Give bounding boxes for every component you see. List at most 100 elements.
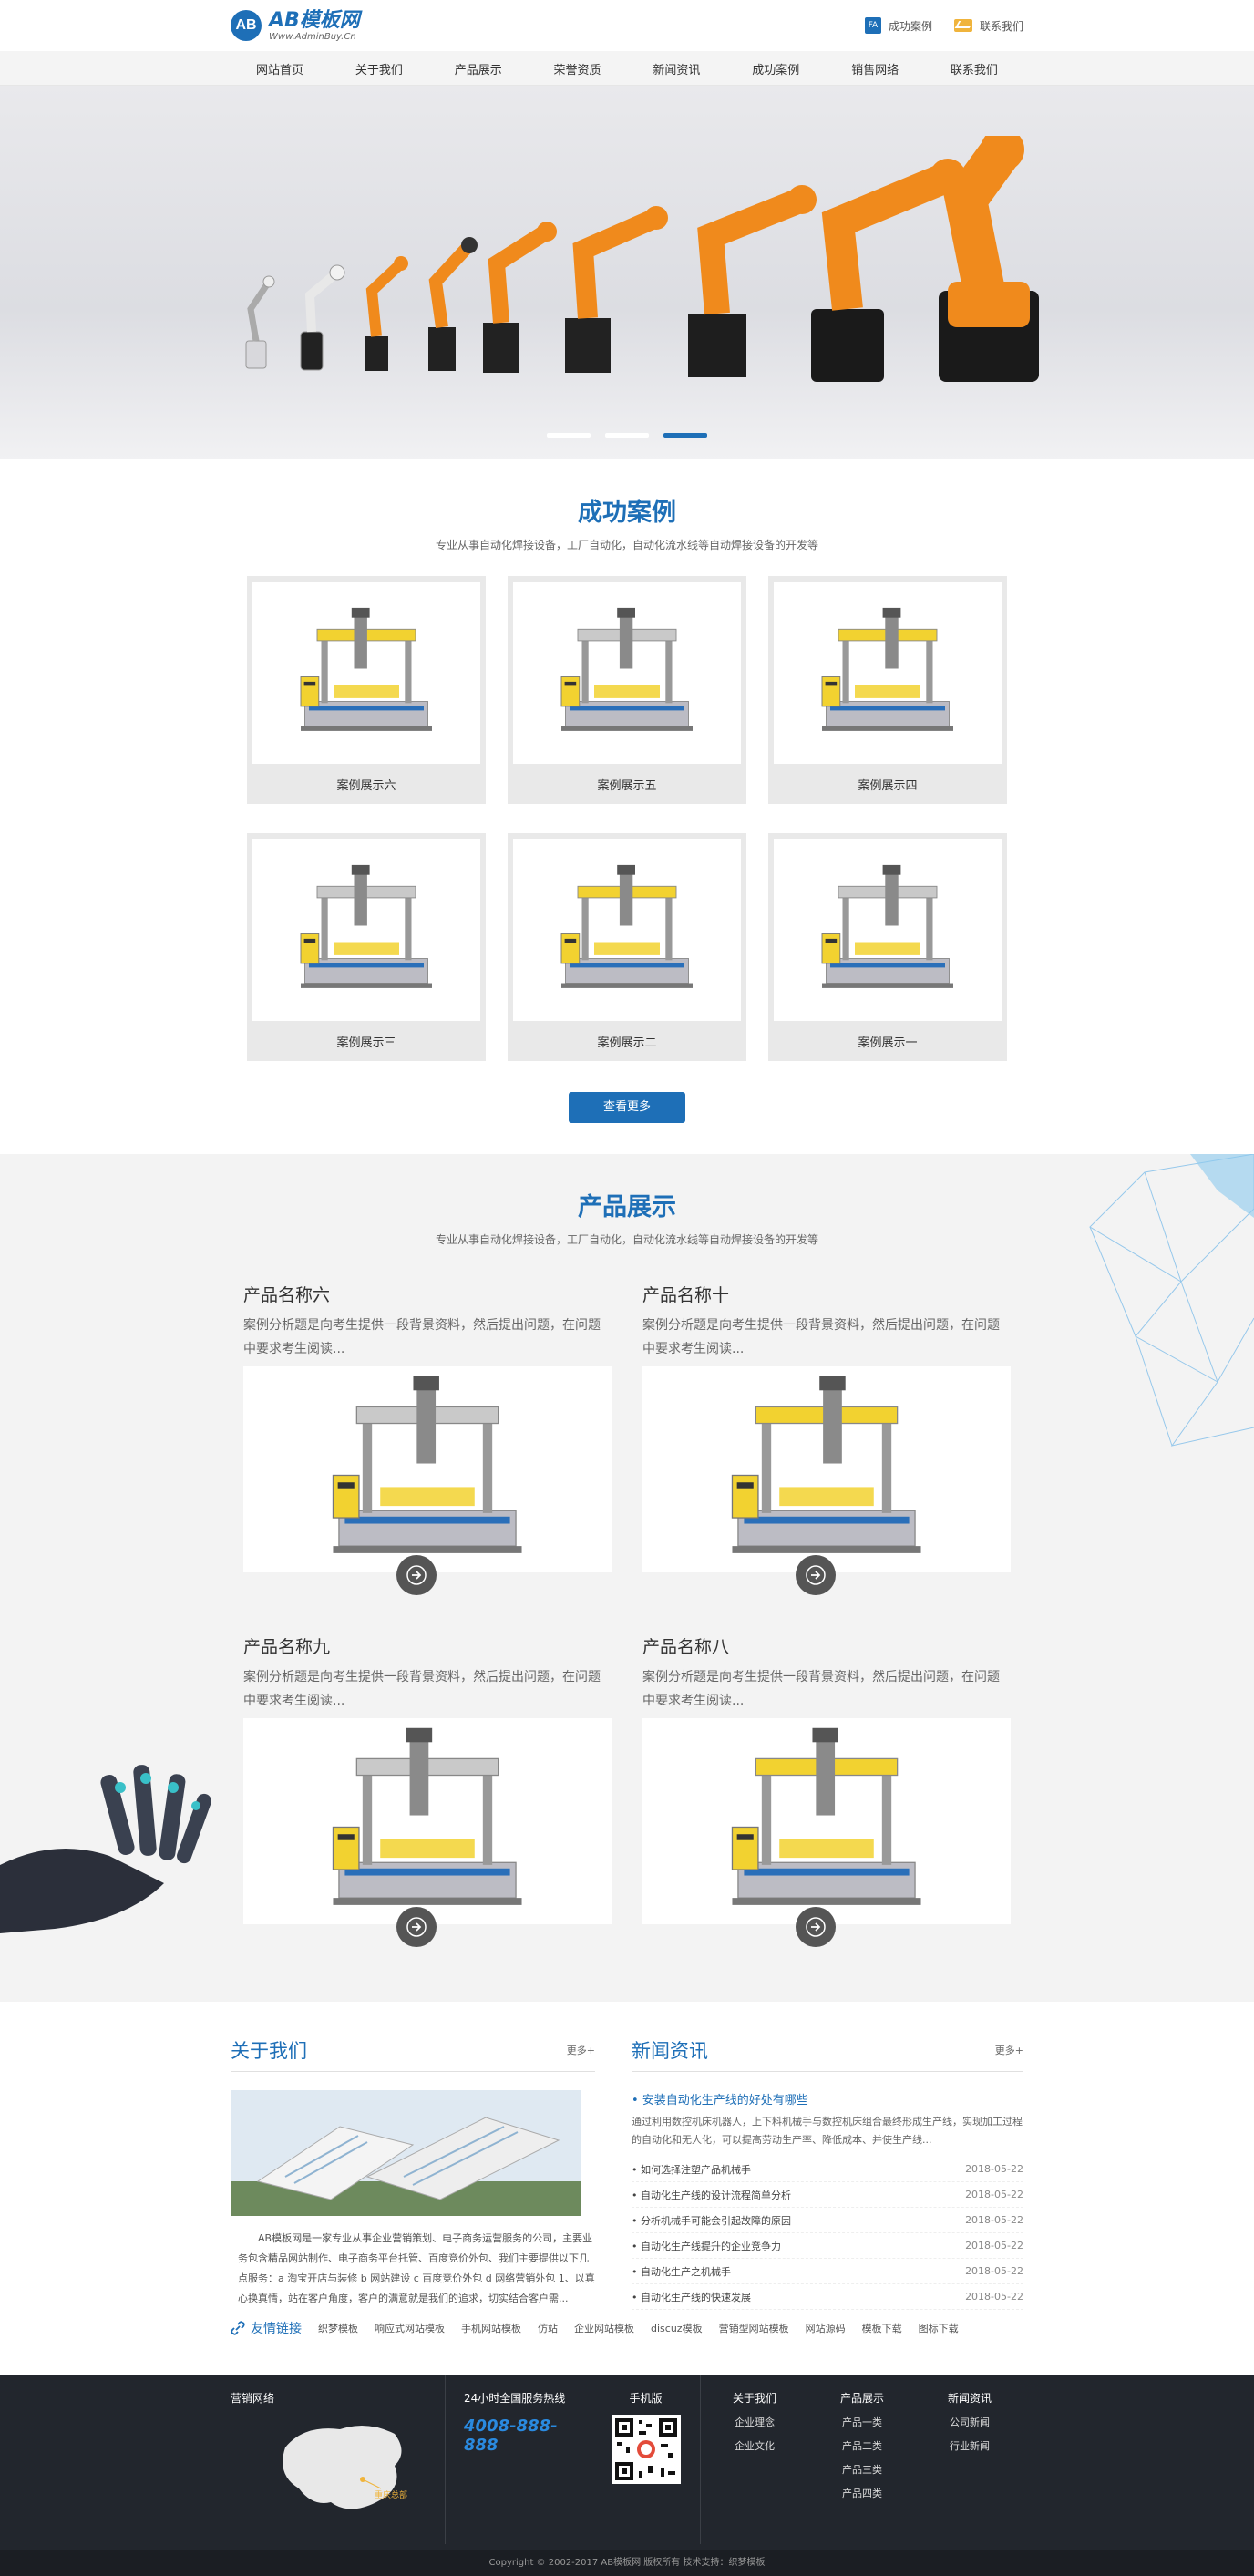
news-item[interactable]: • 如何选择注塑产品机械手 2018-05-22 bbox=[632, 2157, 1023, 2182]
friend-link[interactable]: 企业网站模板 bbox=[574, 2321, 634, 2335]
soldering-machine-image bbox=[300, 864, 432, 988]
case-label: 案例展示四 bbox=[858, 779, 918, 793]
link-icon bbox=[231, 2321, 245, 2335]
arrow-right-icon[interactable] bbox=[396, 1555, 437, 1595]
company-building-image[interactable] bbox=[231, 2090, 581, 2216]
case-image bbox=[513, 582, 741, 764]
friend-link[interactable]: 仿站 bbox=[538, 2321, 558, 2335]
case-card[interactable]: 案例展示六 bbox=[247, 576, 486, 804]
friend-link[interactable]: 织梦模板 bbox=[318, 2321, 358, 2335]
logo-url: Www.AdminBuy.Cn bbox=[269, 31, 356, 42]
friend-link[interactable]: 营销型网站模板 bbox=[719, 2321, 789, 2335]
news-item-date: 2018-05-22 bbox=[965, 2240, 1023, 2251]
footer-menu: 关于我们企业理念企业文化 bbox=[733, 2390, 776, 2544]
about-more-link[interactable]: 更多+ bbox=[567, 2043, 595, 2057]
case-label: 案例展示一 bbox=[858, 1036, 918, 1050]
footer-menu-item[interactable]: 企业理念 bbox=[733, 2415, 776, 2429]
arrow-right-icon[interactable] bbox=[396, 1907, 437, 1947]
china-map-image: 重庆总部 bbox=[283, 2426, 407, 2509]
robot-arms-illustration bbox=[245, 136, 1039, 382]
case-card[interactable]: 案例展示四 bbox=[768, 576, 1007, 804]
nav-item-contact[interactable]: 联系我们 bbox=[943, 60, 1005, 77]
friend-link[interactable]: 模板下载 bbox=[862, 2321, 902, 2335]
footer-menus: 关于我们企业理念企业文化 产品展示产品一类产品二类产品三类产品四类 新闻资讯公司新闻… bbox=[701, 2375, 1023, 2544]
news-item[interactable]: • 自动化生产线的设计流程简单分析 2018-05-22 bbox=[632, 2182, 1023, 2208]
news-item[interactable]: • 自动化生产线的快速发展 2018-05-22 bbox=[632, 2284, 1023, 2310]
hero-banner[interactable] bbox=[0, 86, 1254, 459]
footer-menu-item[interactable]: 产品四类 bbox=[840, 2486, 884, 2500]
footer-menu-item[interactable]: 行业新闻 bbox=[948, 2438, 992, 2453]
footer-menu-item[interactable]: 企业文化 bbox=[733, 2438, 776, 2453]
top-link-label: 成功案例 bbox=[888, 19, 932, 33]
footer-menu-title[interactable]: 产品展示 bbox=[840, 2390, 884, 2406]
banner-dot-2[interactable] bbox=[605, 433, 649, 438]
site-logo[interactable]: AB AB模板网 Www.AdminBuy.Cn bbox=[231, 9, 360, 42]
case-card[interactable]: 案例展示一 bbox=[768, 833, 1007, 1061]
cases-section: 成功案例 专业从事自动化焊接设备，工厂自动化，自动化流水线等自动焊接设备的开发等… bbox=[0, 492, 1254, 1154]
product-card[interactable]: 产品名称六 案例分析题是向考生提供一段背景资料，然后提出问题，在问题中要求考生阅读… bbox=[243, 1282, 612, 1633]
friend-link[interactable]: discuz模板 bbox=[651, 2321, 703, 2335]
soldering-machine-image bbox=[560, 864, 693, 988]
nav-item-sales[interactable]: 销售网络 bbox=[844, 60, 906, 77]
news-column: 新闻资讯 更多+ • 安装自动化生产线的好处有哪些 通过利用数控机床机器人，上下… bbox=[632, 2036, 1023, 2310]
footer-sales-network: 营销网络 重庆总部 bbox=[231, 2375, 446, 2544]
product-image bbox=[642, 1366, 1011, 1572]
case-card[interactable]: 案例展示五 bbox=[508, 576, 746, 804]
arrow-right-icon[interactable] bbox=[796, 1555, 836, 1595]
copyright: Copyright © 2002-2017 AB模板网 版权所有 技术支持：织梦… bbox=[0, 2550, 1254, 2576]
case-card[interactable]: 案例展示二 bbox=[508, 833, 746, 1061]
footer-menu-title[interactable]: 关于我们 bbox=[733, 2390, 776, 2406]
top-link-cases[interactable]: FA 成功案例 bbox=[864, 17, 932, 34]
banner-dot-1[interactable] bbox=[547, 433, 591, 438]
news-item-date: 2018-05-22 bbox=[965, 2189, 1023, 2200]
product-card[interactable]: 产品名称十 案例分析题是向考生提供一段背景资料，然后提出问题，在问题中要求考生阅读… bbox=[642, 1282, 1011, 1633]
product-name: 产品名称九 bbox=[243, 1637, 331, 1657]
news-item-title: • 分析机械手可能会引起故障的原因 bbox=[632, 2214, 791, 2227]
product-image bbox=[243, 1718, 612, 1924]
news-item-title: • 自动化生产线的设计流程简单分析 bbox=[632, 2189, 791, 2201]
friend-link[interactable]: 响应式网站模板 bbox=[375, 2321, 445, 2335]
footer-menu-item[interactable]: 产品三类 bbox=[840, 2462, 884, 2477]
footer-menu-item[interactable]: 产品二类 bbox=[840, 2438, 884, 2453]
product-card[interactable]: 产品名称九 案例分析题是向考生提供一段背景资料，然后提出问题，在问题中要求考生阅读… bbox=[243, 1633, 612, 1985]
banner-dot-3[interactable] bbox=[663, 433, 707, 438]
nav-item-cases[interactable]: 成功案例 bbox=[745, 60, 807, 77]
nav-item-products[interactable]: 产品展示 bbox=[447, 60, 509, 77]
about-column: 关于我们 更多+ AB模板网是一家专业从事企业营销策划、电子商务运营服务的公司，… bbox=[231, 2036, 595, 2310]
footer-menu-title[interactable]: 新闻资讯 bbox=[948, 2390, 992, 2406]
about-text: AB模板网是一家专业从事企业营销策划、电子商务运营服务的公司，主要业务包含精品网… bbox=[238, 2232, 595, 2304]
news-more-link[interactable]: 更多+ bbox=[995, 2043, 1023, 2057]
nav-item-home[interactable]: 网站首页 bbox=[249, 60, 311, 77]
product-image bbox=[642, 1718, 1011, 1924]
footer-menu-item[interactable]: 公司新闻 bbox=[948, 2415, 992, 2429]
map-title: 营销网络 bbox=[231, 2392, 275, 2405]
arrow-right-icon[interactable] bbox=[796, 1907, 836, 1947]
qr-code-image bbox=[611, 2415, 681, 2484]
nav-item-about[interactable]: 关于我们 bbox=[348, 60, 410, 77]
cases-title: 成功案例 bbox=[578, 499, 676, 527]
nav-item-news[interactable]: 新闻资讯 bbox=[645, 60, 707, 77]
case-image bbox=[513, 839, 741, 1021]
friend-link[interactable]: 手机网站模板 bbox=[461, 2321, 521, 2335]
top-link-contact[interactable]: 联系我们 bbox=[953, 17, 1023, 34]
friend-link[interactable]: 图标下载 bbox=[919, 2321, 959, 2335]
news-item[interactable]: • 分析机械手可能会引起故障的原因 2018-05-22 bbox=[632, 2208, 1023, 2233]
nav-item-honors[interactable]: 荣誉资质 bbox=[547, 60, 609, 77]
hotline-number[interactable]: 4008-888-888 bbox=[464, 2416, 591, 2455]
footer: 营销网络 重庆总部 24小时全国服务热线 4008-888-888 手机版 关于… bbox=[0, 2375, 1254, 2550]
case-card[interactable]: 案例展示三 bbox=[247, 833, 486, 1061]
news-item[interactable]: • 自动化生产线提升的企业竞争力 2018-05-22 bbox=[632, 2233, 1023, 2259]
news-item-title: • 自动化生产线提升的企业竞争力 bbox=[632, 2240, 781, 2252]
footer-hotline: 24小时全国服务热线 4008-888-888 bbox=[446, 2375, 591, 2544]
product-card[interactable]: 产品名称八 案例分析题是向考生提供一段背景资料，然后提出问题，在问题中要求考生阅读… bbox=[642, 1633, 1011, 1985]
news-item[interactable]: • 自动化生产之机械手 2018-05-22 bbox=[632, 2259, 1023, 2284]
hotline-title: 24小时全国服务热线 bbox=[464, 2392, 566, 2405]
view-more-button[interactable]: 查看更多 bbox=[569, 1092, 685, 1123]
soldering-machine-image bbox=[821, 864, 953, 988]
news-feature-desc: 通过利用数控机床机器人，上下料机械手与数控机床组合最终形成生产线，实现加工过程的… bbox=[632, 2116, 1023, 2146]
footer-menu-item[interactable]: 产品一类 bbox=[840, 2415, 884, 2429]
news-feature-title[interactable]: • 安装自动化生产线的好处有哪些 bbox=[632, 2090, 1023, 2107]
logo-mark: AB bbox=[231, 10, 262, 41]
friend-link[interactable]: 网站源码 bbox=[806, 2321, 846, 2335]
map-label: 重庆总部 bbox=[375, 2489, 407, 2500]
